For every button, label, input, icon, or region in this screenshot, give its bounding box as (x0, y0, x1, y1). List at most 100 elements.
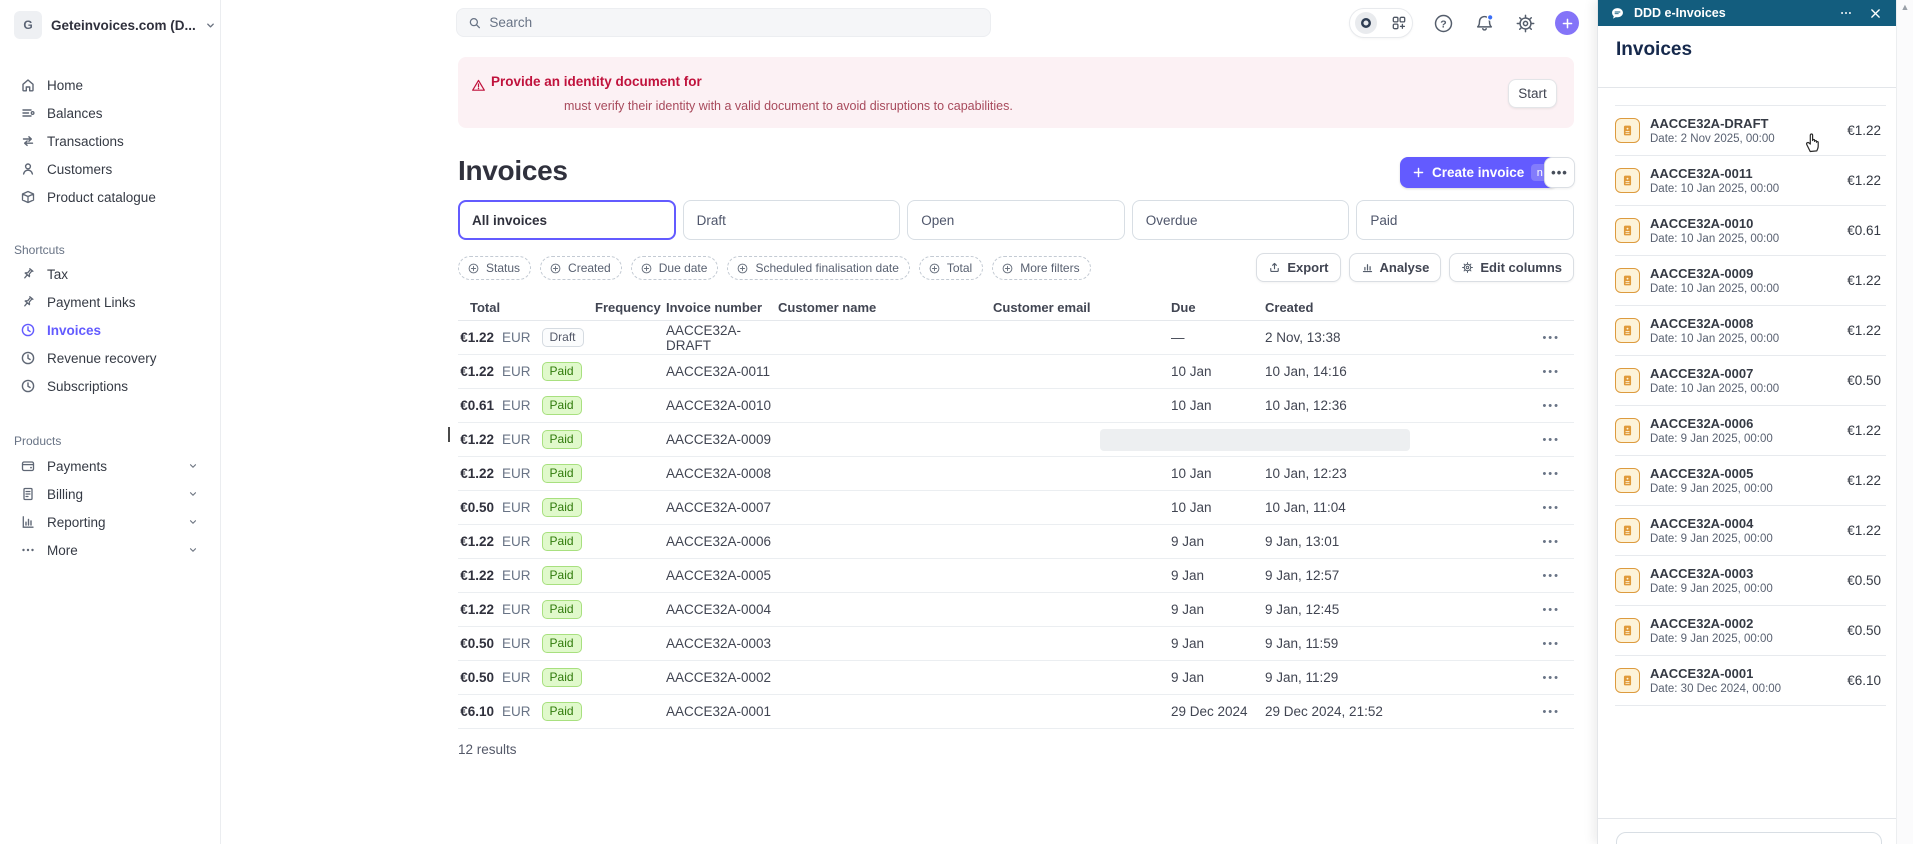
table-row[interactable]: €1.22 EUR Paid AACCE32A-0005 9 Jan 9 Jan… (458, 559, 1574, 593)
panel-invoice-item[interactable]: AACCE32A-0003 Date: 9 Jan 2025, 00:00 €0… (1615, 555, 1886, 605)
table-row[interactable]: €1.22 EUR Paid AACCE32A-0008 10 Jan 10 J… (458, 457, 1574, 491)
panel-invoice-amount: €0.50 (1847, 623, 1881, 638)
sidebar-item-subscriptions[interactable]: Subscriptions (0, 372, 221, 400)
panel-close-button[interactable] (1865, 3, 1885, 23)
sidebar-item-label: Payment Links (47, 294, 136, 310)
apps-grid-icon[interactable] (1391, 15, 1407, 31)
filter-more-filters[interactable]: More filters (992, 256, 1091, 280)
gear-icon (1516, 14, 1534, 32)
tab-overdue[interactable]: Overdue (1131, 200, 1350, 240)
row-actions-button[interactable]: ••• (1505, 502, 1574, 514)
panel-more-button[interactable] (1836, 3, 1856, 23)
mode-switcher[interactable] (1349, 8, 1413, 38)
window-scrollbar[interactable]: ▲ (1896, 0, 1913, 844)
row-actions-button[interactable]: ••• (1505, 638, 1574, 650)
table-row[interactable]: €6.10 EUR Paid AACCE32A-0001 29 Dec 2024… (458, 695, 1574, 729)
invoice-number-cell: AACCE32A-0006 (666, 534, 772, 549)
row-actions-button[interactable]: ••• (1505, 570, 1574, 582)
start-button[interactable]: Start (1508, 79, 1557, 108)
panel-invoice-item[interactable]: AACCE32A-0007 Date: 10 Jan 2025, 00:00 €… (1615, 355, 1886, 405)
row-actions-button[interactable]: ••• (1505, 332, 1574, 344)
row-actions-button[interactable]: ••• (1505, 434, 1574, 446)
scrollbar-up-arrow[interactable]: ▲ (1897, 2, 1913, 16)
create-invoice-label: Create invoice (1432, 165, 1525, 180)
panel-invoice-item[interactable]: AACCE32A-0005 Date: 9 Jan 2025, 00:00 €1… (1615, 455, 1886, 505)
table-row[interactable]: €1.22 EUR Draft AACCE32A-DRAFT — 2 Nov, … (458, 321, 1574, 355)
column-header-invoice-number[interactable]: Invoice number (666, 300, 778, 315)
panel-invoice-amount: €0.50 (1847, 373, 1881, 388)
panel-invoice-item[interactable]: AACCE32A-0008 Date: 10 Jan 2025, 00:00 €… (1615, 305, 1886, 355)
column-header-customer-name[interactable]: Customer name (778, 300, 993, 315)
tab-paid[interactable]: Paid (1356, 200, 1574, 240)
sidebar-item-transactions[interactable]: Transactions (0, 127, 221, 155)
tab-draft[interactable]: Draft (682, 200, 901, 240)
sidebar-item-more[interactable]: More (0, 536, 221, 564)
sidebar-item-tax[interactable]: Tax (0, 260, 221, 288)
panel-invoice-item[interactable]: AACCE32A-0011 Date: 10 Jan 2025, 00:00 €… (1615, 155, 1886, 205)
row-actions-button[interactable]: ••• (1505, 672, 1574, 684)
receipt-icon (1623, 225, 1632, 236)
sidebar-item-billing[interactable]: Billing (0, 480, 221, 508)
panel-invoice-item[interactable]: AACCE32A-0001 Date: 30 Dec 2024, 00:00 €… (1615, 655, 1886, 705)
table-row[interactable]: €1.22 EUR Paid AACCE32A-0004 9 Jan 9 Jan… (458, 593, 1574, 627)
page-overflow-button[interactable]: ••• (1544, 157, 1575, 188)
filter-scheduled-finalisation-date[interactable]: Scheduled finalisation date (727, 256, 910, 280)
settings-button[interactable] (1514, 12, 1536, 34)
table-row[interactable]: €1.22 EUR Paid AACCE32A-0011 10 Jan 10 J… (458, 355, 1574, 389)
total-cell: €1.22 EUR Paid (458, 430, 595, 449)
help-button[interactable]: ? (1432, 12, 1454, 34)
tab-all-invoices[interactable]: All invoices (458, 200, 676, 240)
column-header-total[interactable]: Total (458, 300, 595, 315)
sidebar-item-invoices[interactable]: Invoices (0, 316, 221, 344)
create-invoice-button[interactable]: Create invoice n (1400, 157, 1559, 188)
export-button[interactable]: Export (1256, 253, 1341, 282)
filter-total[interactable]: Total (918, 256, 984, 280)
column-header-created[interactable]: Created (1265, 300, 1505, 315)
panel-invoice-item[interactable]: AACCE32A-0002 Date: 9 Jan 2025, 00:00 €0… (1615, 605, 1886, 655)
sidebar-item-payments[interactable]: Payments (0, 452, 221, 480)
panel-invoice-item[interactable]: AACCE32A-0009 Date: 10 Jan 2025, 00:00 €… (1615, 255, 1886, 305)
quick-add-button[interactable] (1555, 11, 1579, 35)
help-icon: ? (1434, 14, 1452, 32)
table-row[interactable]: €0.50 EUR Paid AACCE32A-0003 9 Jan 9 Jan… (458, 627, 1574, 661)
notifications-button[interactable] (1473, 12, 1495, 34)
go-to-dashboard-button[interactable]: Go to Dashboard (1616, 832, 1882, 844)
row-actions-button[interactable]: ••• (1505, 366, 1574, 378)
filter-due-date[interactable]: Due date (630, 256, 719, 280)
sidebar-item-developers[interactable]: Developers (0, 836, 221, 844)
sidebar-item-payment-links[interactable]: Payment Links (0, 288, 221, 316)
panel-invoice-item[interactable]: AACCE32A-0006 Date: 9 Jan 2025, 00:00 €1… (1615, 405, 1886, 455)
column-header-customer-email[interactable]: Customer email (993, 300, 1171, 315)
row-actions-button[interactable]: ••• (1505, 536, 1574, 548)
search-input[interactable] (489, 15, 979, 30)
table-row[interactable]: €0.50 EUR Paid AACCE32A-0007 10 Jan 10 J… (458, 491, 1574, 525)
status-badge: Paid (541, 464, 582, 483)
analyse-button[interactable]: Analyse (1348, 253, 1442, 282)
table-row[interactable]: €1.22 EUR Paid AACCE32A-0006 9 Jan 9 Jan… (458, 525, 1574, 559)
sidebar-item-revenue-recovery[interactable]: Revenue recovery (0, 344, 221, 372)
search-bar[interactable] (456, 8, 991, 37)
sidebar-item-balances[interactable]: Balances (0, 99, 221, 127)
table-row[interactable]: €0.50 EUR Paid AACCE32A-0002 9 Jan 9 Jan… (458, 661, 1574, 695)
panel-invoice-item[interactable]: AACCE32A-0004 Date: 9 Jan 2025, 00:00 €1… (1615, 505, 1886, 555)
receipt-icon (1623, 625, 1632, 636)
panel-invoice-item[interactable]: AACCE32A-0010 Date: 10 Jan 2025, 00:00 €… (1615, 205, 1886, 255)
edit-columns-button[interactable]: Edit columns (1449, 253, 1574, 282)
row-actions-button[interactable]: ••• (1505, 400, 1574, 412)
panel-invoice-item[interactable]: AACCE32A-DRAFT Date: 2 Nov 2025, 00:00 €… (1615, 105, 1886, 155)
table-row[interactable]: €0.61 EUR Paid AACCE32A-0010 10 Jan 10 J… (458, 389, 1574, 423)
sidebar-item-home[interactable]: Home (0, 71, 221, 99)
row-actions-button[interactable]: ••• (1505, 468, 1574, 480)
sidebar-item-reporting[interactable]: Reporting (0, 508, 221, 536)
filter-status[interactable]: Status (458, 256, 532, 280)
row-actions-button[interactable]: ••• (1505, 604, 1574, 616)
tab-open[interactable]: Open (907, 200, 1125, 240)
column-header-due[interactable]: Due (1171, 300, 1265, 315)
filter-created[interactable]: Created (540, 256, 622, 280)
row-actions-button[interactable]: ••• (1505, 706, 1574, 718)
sidebar-item-customers[interactable]: Customers (0, 155, 221, 183)
column-header-frequency[interactable]: Frequency (595, 300, 666, 315)
sidebar-item-product-catalogue[interactable]: Product catalogue (0, 183, 221, 211)
account-switcher[interactable]: G Geteinvoices.com (D... (14, 11, 216, 39)
table-row[interactable]: €1.22 EUR Paid AACCE32A-0009 10 Jan 10 J… (458, 423, 1574, 457)
